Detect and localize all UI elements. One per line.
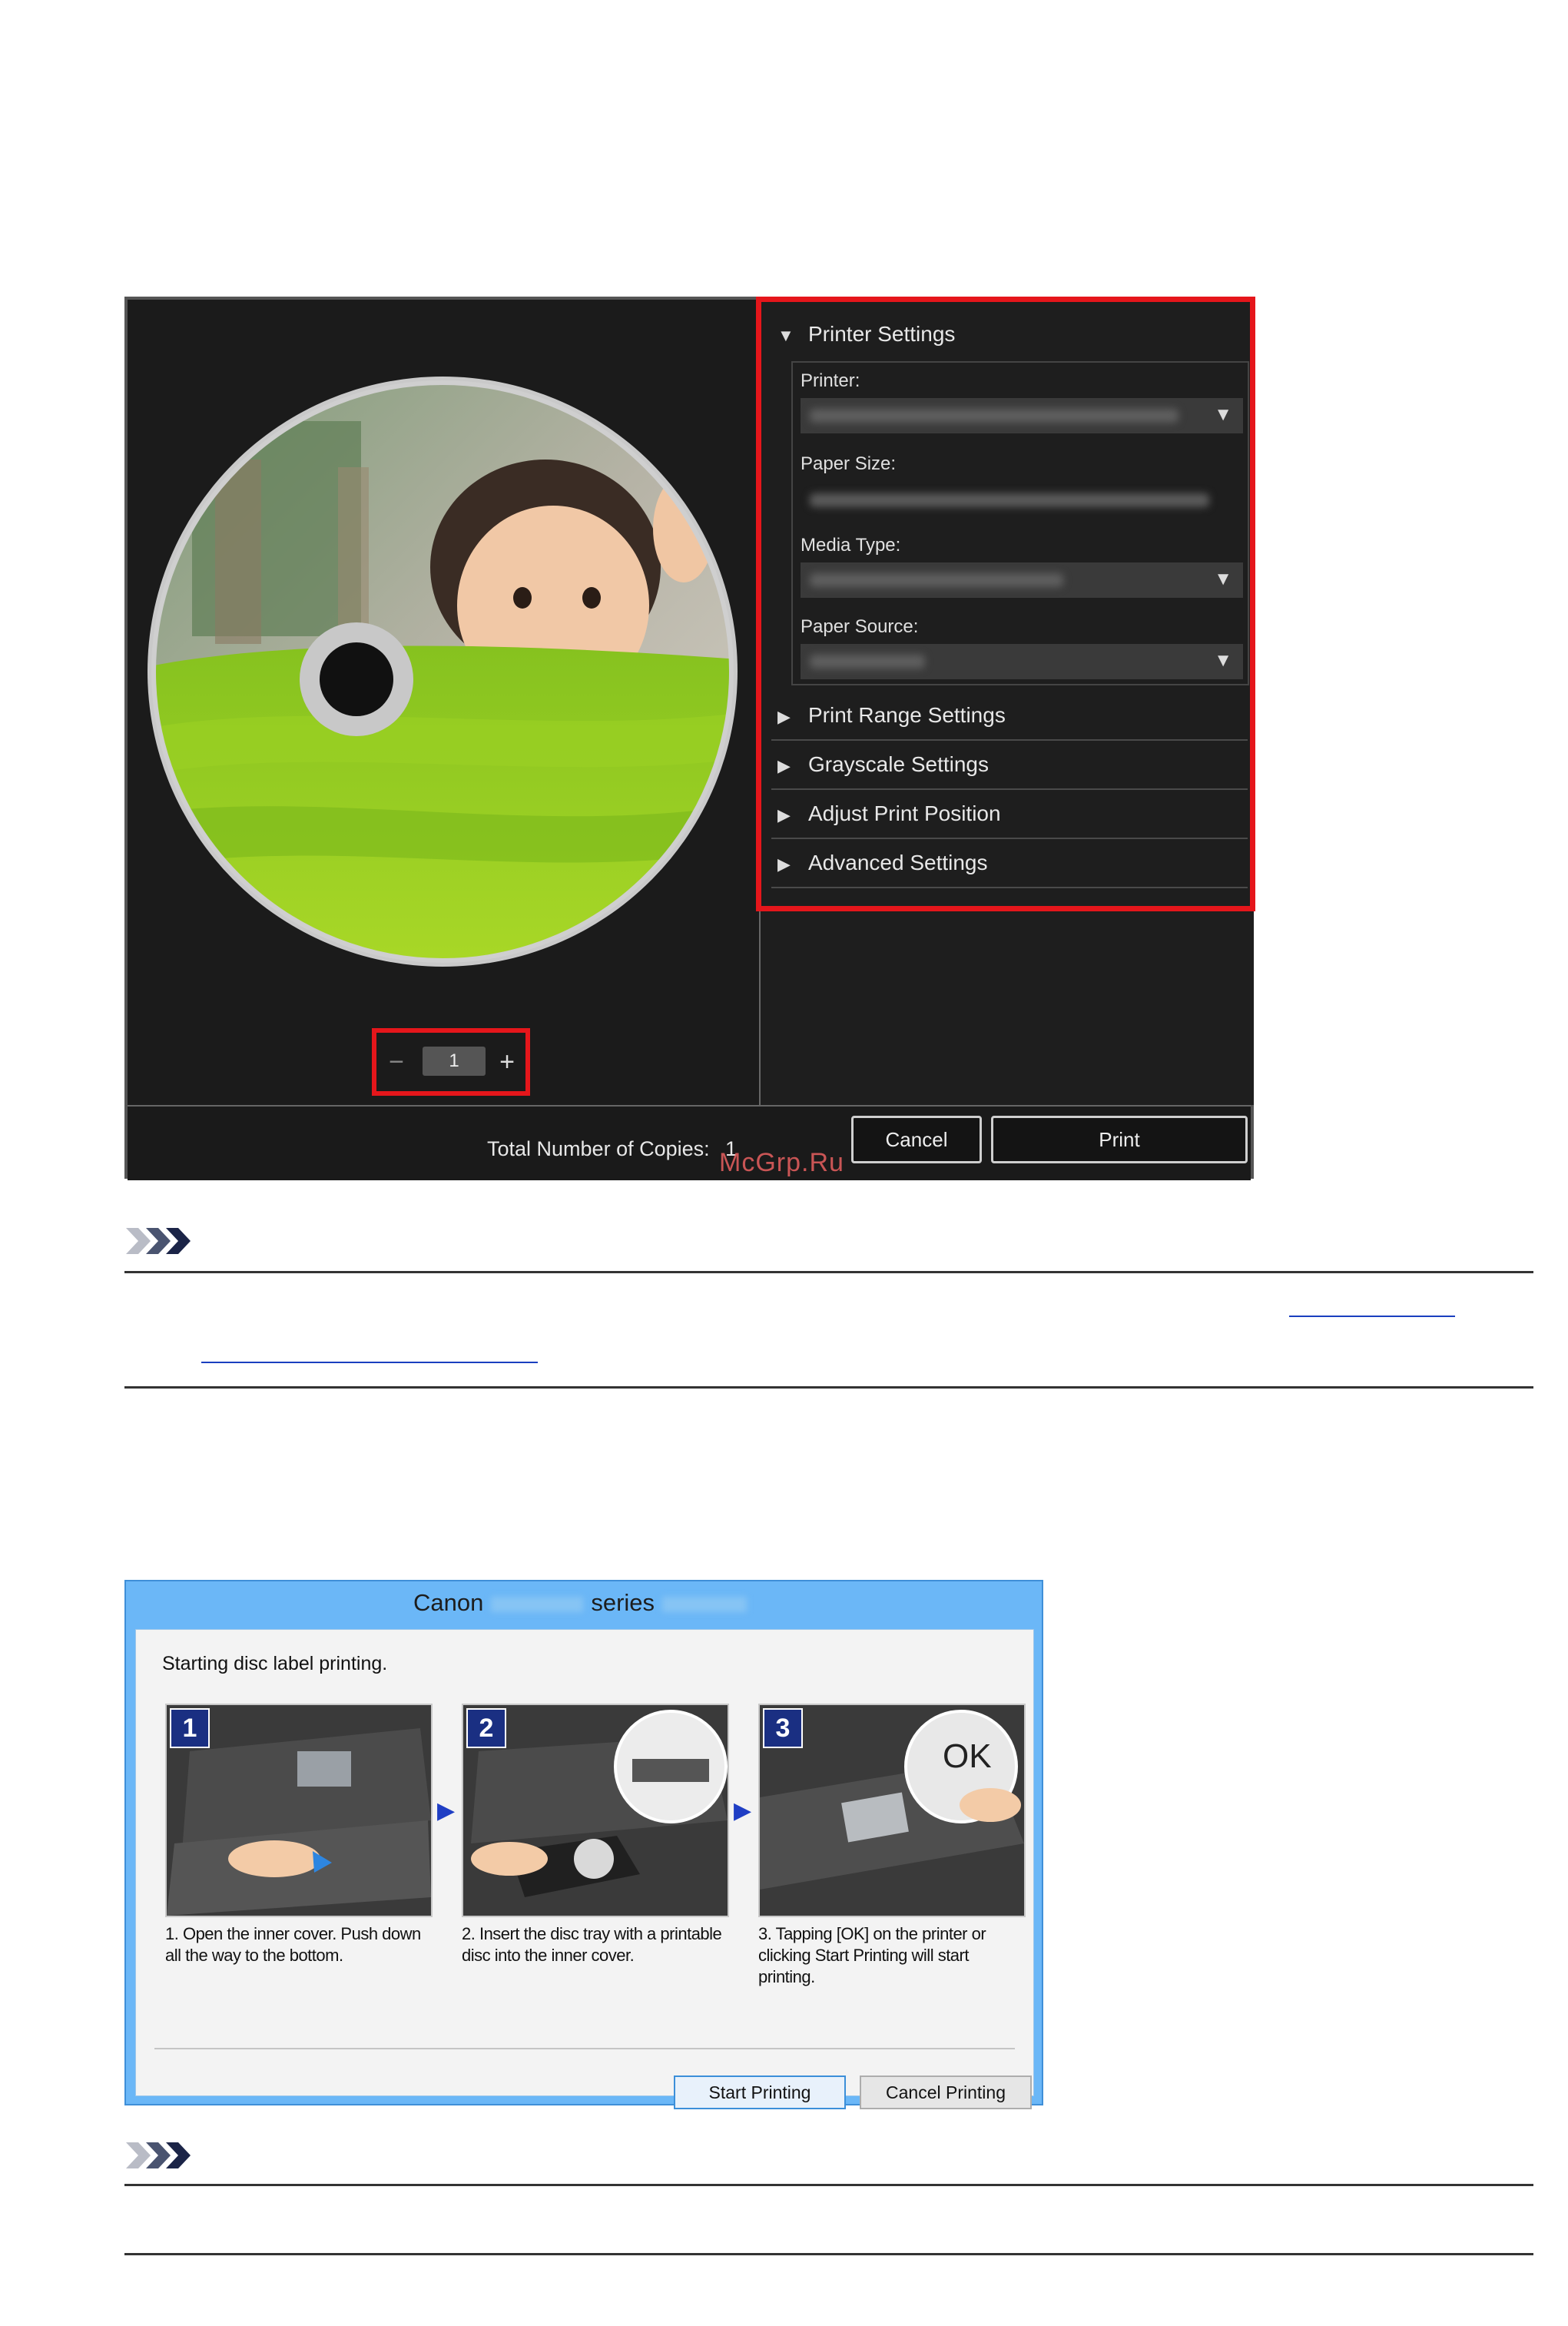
note-link-underline[interactable] — [201, 1362, 538, 1363]
increase-copies-button[interactable]: + — [493, 1047, 521, 1077]
step-3-illustration: OK 3 — [758, 1704, 1026, 1917]
start-printing-button[interactable]: Start Printing — [674, 2075, 846, 2109]
blurred-model — [491, 1596, 584, 1612]
settings-panel: ▼ Printer Settings Printer: ▼ Paper Size:… — [756, 297, 1255, 1105]
status-message: Starting disc label printing. — [162, 1653, 388, 1674]
step-number-badge: 3 — [763, 1708, 803, 1748]
disc-preview-area: − 1 + — [128, 300, 761, 1105]
note-bottom-rule — [124, 1386, 1533, 1389]
dialog-title: Canon series — [126, 1589, 1042, 1617]
print-dialog-screenshot: − 1 + ▼ Printer Settings Printer: ▼ Paper… — [124, 297, 1255, 1180]
step-2-text: 2. Insert the disc tray with a printable… — [462, 1924, 722, 1965]
canon-disc-printing-dialog: Canon series Starting disc label printing… — [124, 1580, 1043, 2109]
cancel-printing-button[interactable]: Cancel Printing — [860, 2075, 1032, 2109]
dialog-footer: Total Number of Copies: 1 Cancel Print — [128, 1105, 1251, 1180]
step-number-badge: 1 — [170, 1708, 210, 1748]
watermark-text: McGrp.Ru — [719, 1148, 844, 1177]
note-icon — [126, 2142, 191, 2168]
note-bottom-rule — [124, 2253, 1533, 2255]
note-top-rule — [124, 1271, 1533, 1273]
step-3-text: 3. Tapping [OK] on the printer or clicki… — [758, 1924, 986, 1986]
total-copies-label: Total Number of Copies: — [487, 1137, 710, 1160]
blurred-model — [662, 1596, 748, 1612]
note-icon — [126, 1228, 191, 1254]
print-button[interactable]: Print — [991, 1116, 1248, 1163]
dialog-body: Starting disc label printing. 1 ▶ 1. Ope… — [135, 1629, 1034, 2109]
next-step-arrow-icon: ▶ — [437, 1798, 456, 1823]
title-brand: Canon — [413, 1589, 484, 1616]
title-series: series — [591, 1589, 655, 1616]
copies-input[interactable]: 1 — [423, 1047, 486, 1076]
ok-label: OK — [943, 1737, 992, 1775]
decrease-copies-button[interactable]: − — [383, 1047, 410, 1077]
step-1-text: 1. Open the inner cover. Push down all t… — [165, 1924, 421, 1965]
note-top-rule — [124, 2184, 1533, 2186]
cancel-button[interactable]: Cancel — [851, 1116, 982, 1163]
next-step-arrow-icon: ▶ — [734, 1798, 752, 1823]
disc-label-preview — [148, 377, 738, 967]
copies-control: − 1 + — [372, 1028, 530, 1096]
step-number-badge: 2 — [466, 1708, 506, 1748]
step-2-illustration: 2 — [462, 1704, 729, 1917]
settings-highlight-frame — [756, 297, 1255, 911]
note-link-underline[interactable] — [1289, 1316, 1455, 1317]
divider — [154, 2048, 1015, 2049]
step-1-illustration: 1 — [165, 1704, 433, 1917]
